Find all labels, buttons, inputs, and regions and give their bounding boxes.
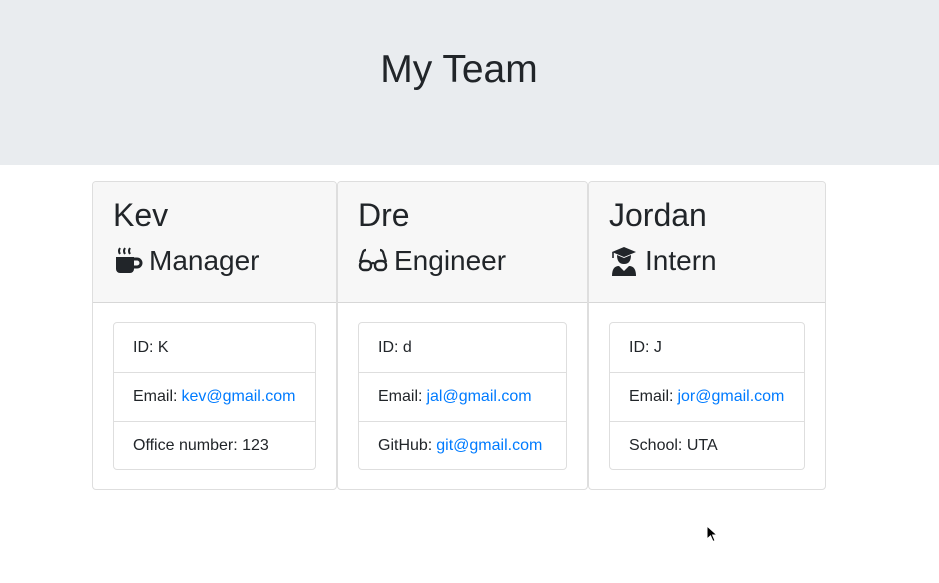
employee-card-engineer: Dre Engineer ID: d Email: jal@gmail.com … (337, 181, 588, 490)
list-item-office: Office number: 123 (114, 421, 315, 470)
email-label: Email: (378, 388, 423, 405)
email-link[interactable]: jor@gmail.com (677, 388, 784, 406)
list-item-email: Email: kev@gmail.com (114, 372, 315, 421)
github-label: GitHub: (378, 437, 433, 454)
id-text: ID: K (133, 338, 169, 356)
employee-name: Dre (358, 197, 410, 233)
mug-icon (113, 246, 143, 276)
list-item-email: Email: jor@gmail.com (610, 372, 804, 421)
details-list: ID: J Email: jor@gmail.com School: UTA (609, 322, 805, 470)
employee-role: Manager (113, 244, 260, 278)
role-label: Manager (149, 245, 260, 276)
page-title: My Team (380, 48, 538, 91)
list-item-id: ID: d (359, 323, 566, 372)
employee-role: Engineer (358, 244, 506, 278)
id-text: ID: d (378, 338, 412, 356)
mouse-cursor-icon (706, 525, 718, 543)
list-item-email: Email: jal@gmail.com (359, 372, 566, 421)
email-link[interactable]: kev@gmail.com (181, 388, 295, 406)
email-link[interactable]: jal@gmail.com (426, 388, 531, 406)
list-item-school: School: UTA (610, 421, 804, 470)
email-label: Email: (133, 388, 178, 405)
list-item-id: ID: J (610, 323, 804, 372)
github-link[interactable]: git@gmail.com (436, 437, 542, 455)
details-list: ID: K Email: kev@gmail.com Office number… (113, 322, 316, 470)
employee-name: Jordan (609, 197, 707, 233)
id-text: ID: J (629, 338, 662, 356)
employee-name: Kev (113, 197, 169, 233)
school-text: School: UTA (629, 437, 718, 454)
list-item-github: GitHub: git@gmail.com (359, 421, 566, 470)
office-number-text: Office number: 123 (133, 437, 269, 454)
details-list: ID: d Email: jal@gmail.com GitHub: git@g… (358, 322, 567, 470)
employee-card-intern: Jordan Intern ID: J Email: jor@gmail.com… (588, 181, 826, 490)
glasses-icon (358, 246, 388, 276)
role-label: Intern (645, 245, 717, 276)
graduate-icon (609, 246, 639, 276)
list-item-id: ID: K (114, 323, 315, 372)
card-header: Dre Engineer (338, 182, 587, 303)
email-label: Email: (629, 388, 674, 405)
employee-card-manager: Kev Manager ID: K Email: kev@gmail.com O… (92, 181, 337, 490)
header-banner: My Team (0, 0, 939, 165)
role-label: Engineer (394, 245, 507, 276)
card-header: Kev Manager (93, 182, 336, 303)
employee-role: Intern (609, 244, 717, 278)
card-header: Jordan Intern (589, 182, 825, 303)
